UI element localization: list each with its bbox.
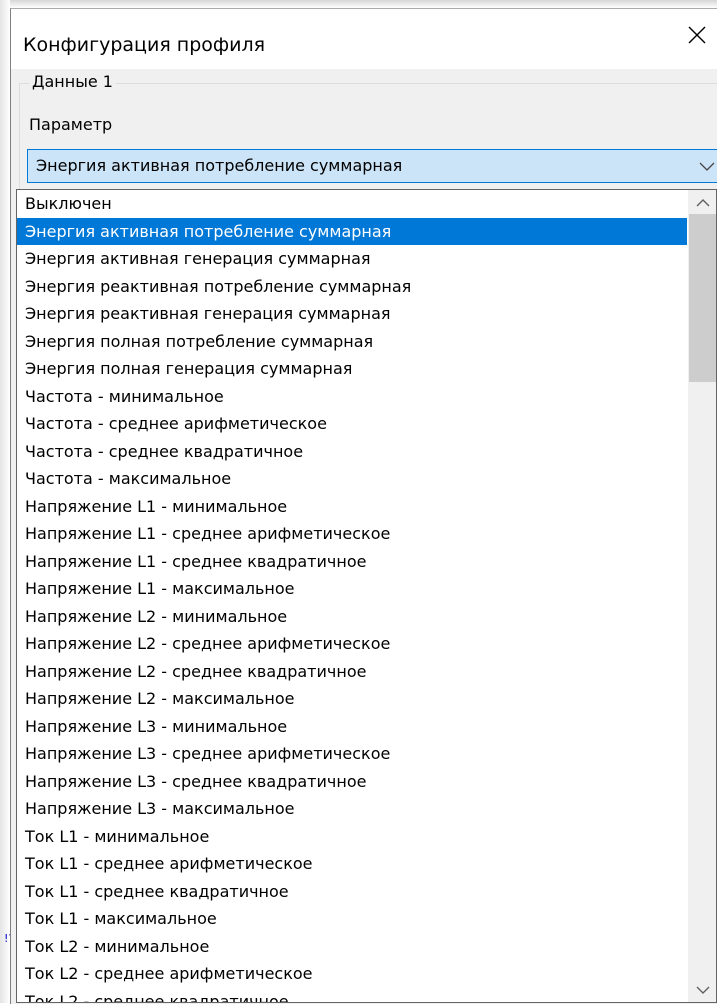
dropdown-item[interactable]: Ток L1 - среднее квадратичное [17,878,687,905]
dropdown-item[interactable]: Напряжение L3 - максимальное [17,795,687,822]
combobox-value: Энергия активная потребление суммарная [36,156,403,175]
scroll-track[interactable] [688,214,716,978]
dropdown-item[interactable]: Энергия полная потребление суммарная [17,328,687,355]
parameter-combobox[interactable]: Энергия активная потребление суммарная [27,149,717,183]
scroll-up-button[interactable] [688,190,716,214]
dropdown-item[interactable]: Напряжение L1 - среднее арифметическое [17,520,687,547]
dropdown-item[interactable]: Ток L1 - минимальное [17,823,687,850]
dropdown-item[interactable]: Напряжение L2 - минимальное [17,603,687,630]
scroll-down-button[interactable] [688,978,716,1002]
dropdown-item[interactable]: Выключен [17,190,687,217]
dropdown-item[interactable]: Частота - максимальное [17,465,687,492]
close-button[interactable] [677,25,717,65]
groupbox-legend: Данные 1 [29,72,116,92]
vertical-scrollbar[interactable] [688,190,716,1002]
parameter-label: Параметр [29,115,113,134]
dropdown-item[interactable]: Ток L2 - минимальное [17,933,687,960]
dropdown-item[interactable]: Напряжение L2 - максимальное [17,685,687,712]
dropdown-item[interactable]: Ток L2 - среднее квадратичное [17,988,687,1003]
dropdown-item[interactable]: Частота - среднее арифметическое [17,410,687,437]
chevron-down-icon [699,162,715,171]
scroll-thumb[interactable] [689,214,716,382]
dialog-title: Конфигурация профиля [23,34,266,56]
dropdown-item[interactable]: Энергия полная генерация суммарная [17,355,687,382]
dialog-titlebar[interactable]: Конфигурация профиля [11,9,717,69]
dropdown-item[interactable]: Напряжение L3 - среднее арифметическое [17,740,687,767]
dropdown-item[interactable]: Частота - среднее квадратичное [17,438,687,465]
dropdown-item[interactable]: Ток L1 - максимальное [17,905,687,932]
dropdown-item[interactable]: Напряжение L2 - среднее квадратичное [17,658,687,685]
dropdown-item[interactable]: Напряжение L2 - среднее арифметическое [17,630,687,657]
dropdown-item[interactable]: Напряжение L1 - минимальное [17,493,687,520]
dropdown-item[interactable]: Энергия реактивная потребление суммарная [17,273,687,300]
dropdown-item[interactable]: Частота - минимальное [17,383,687,410]
chevron-up-icon [696,198,709,206]
chevron-down-icon [696,986,709,994]
dropdown-item[interactable]: Ток L1 - среднее арифметическое [17,850,687,877]
dropdown-item[interactable]: Напряжение L3 - среднее квадратичное [17,768,687,795]
screen-shadow-top [0,0,717,8]
close-icon [688,26,706,44]
dropdown-item[interactable]: Напряжение L1 - максимальное [17,575,687,602]
dropdown-item[interactable]: Энергия активная генерация суммарная [17,245,687,272]
dropdown-item[interactable]: Энергия реактивная генерация суммарная [17,300,687,327]
dropdown-item[interactable]: Энергия активная потребление суммарная [17,217,687,245]
screen-shadow-left [0,0,10,1003]
dropdown-item[interactable]: Напряжение L1 - среднее квадратичное [17,548,687,575]
dropdown-item[interactable]: Напряжение L3 - минимальное [17,713,687,740]
dropdown-item[interactable]: Ток L2 - среднее арифметическое [17,960,687,987]
parameter-dropdown-list[interactable]: Выключен Энергия активная потребление сум… [16,189,717,1003]
